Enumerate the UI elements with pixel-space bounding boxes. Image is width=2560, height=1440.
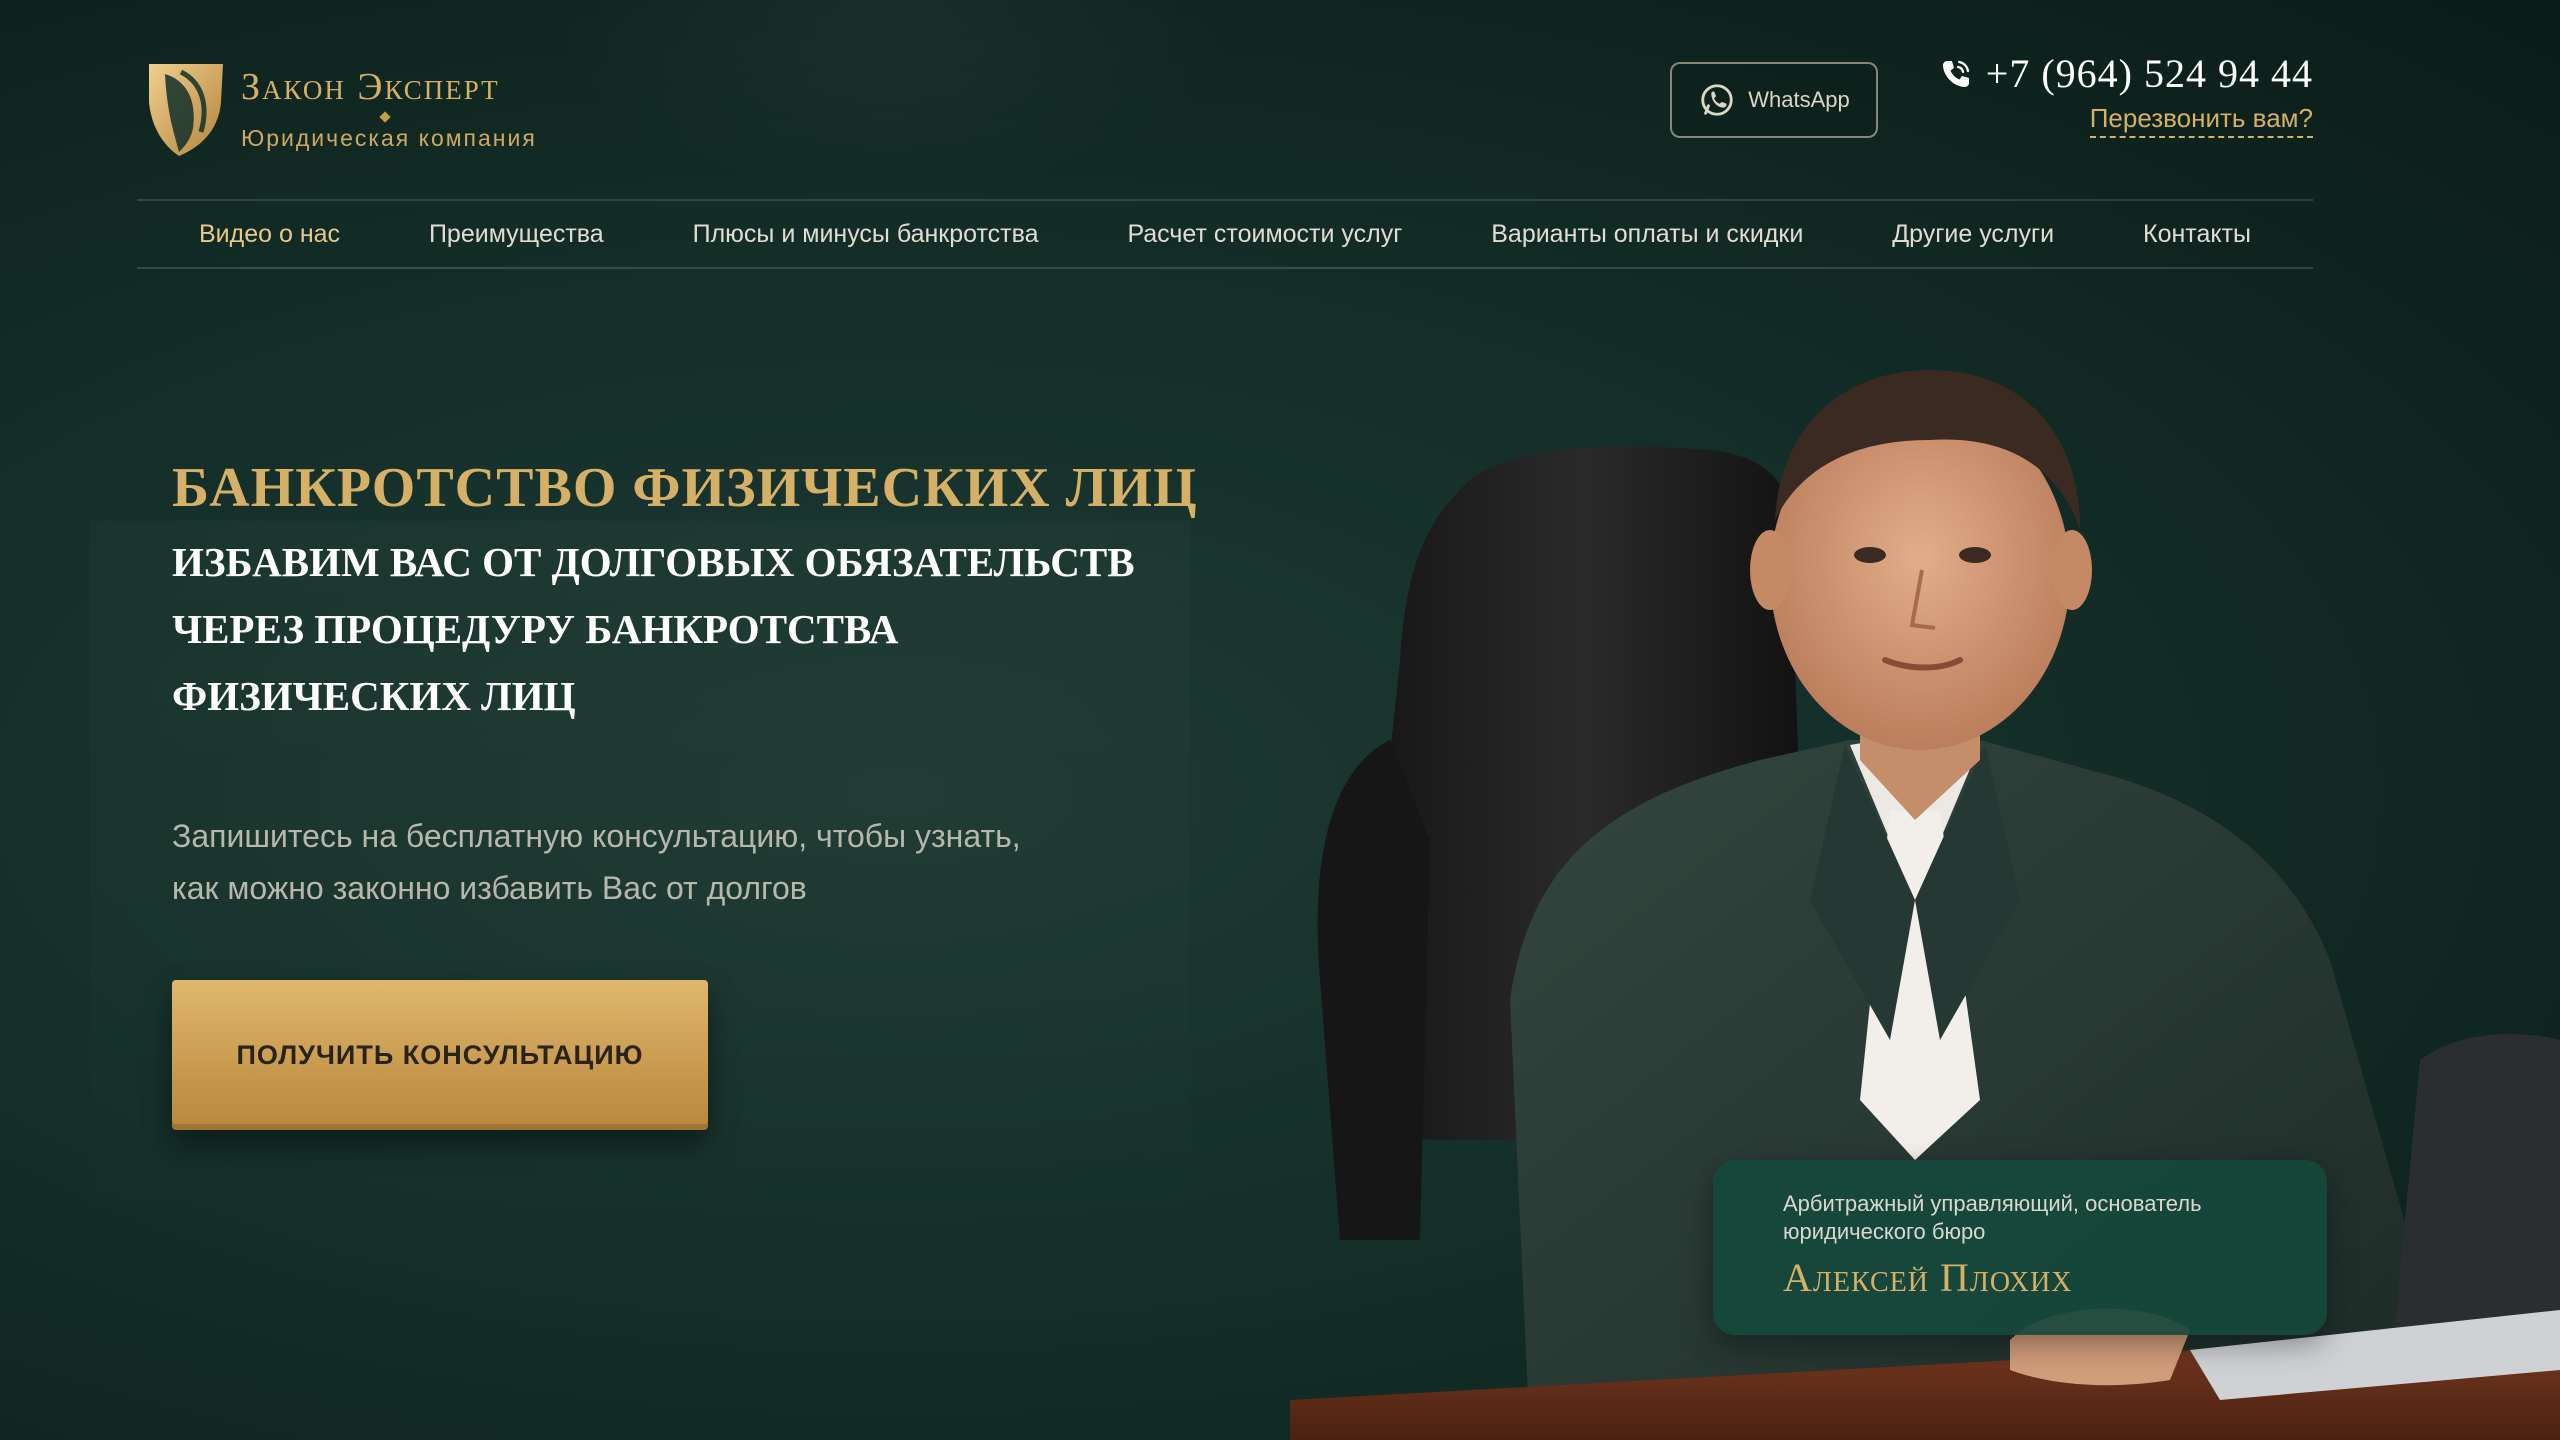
nav-item-contacts[interactable]: Контакты xyxy=(2143,220,2251,249)
get-consultation-button[interactable]: ПОЛУЧИТЬ КОНСУЛЬТАЦИЮ xyxy=(172,980,708,1130)
hero-subtitle: ИЗБАВИМ ВАС ОТ ДОЛГОВЫХ ОБЯЗАТЕЛЬСТВ ЧЕР… xyxy=(172,539,1135,719)
hero-description: Запишитесь на бесплатную консультацию, ч… xyxy=(172,818,1021,906)
main-nav: Видео о нас Преимущества Плюсы и минусы … xyxy=(137,199,2313,269)
phone-block: +7 (964) 524 94 44 Перезвонить вам? xyxy=(1940,50,2313,138)
nav-item-advantages[interactable]: Преимущества xyxy=(429,220,604,249)
shield-leaf-logo-icon xyxy=(149,64,223,156)
phone-number[interactable]: +7 (964) 524 94 44 xyxy=(1986,50,2313,97)
nav-item-pricing[interactable]: Расчет стоимости услуг xyxy=(1127,220,1402,249)
founder-role: Арбитражный управляющий, основатель юрид… xyxy=(1783,1191,2202,1244)
logo-divider xyxy=(379,110,391,123)
background-ornament xyxy=(540,0,1240,200)
nav-item-video[interactable]: Видео о нас xyxy=(199,220,340,249)
callback-link[interactable]: Перезвонить вам? xyxy=(2089,103,2313,138)
logo-subtitle: Юридическая компания xyxy=(241,124,537,151)
phone-icon xyxy=(1942,60,1969,87)
hero-title: БАНКРОТСТВО ФИЗИЧЕСКИХ ЛИЦ xyxy=(172,457,1198,519)
whatsapp-button[interactable]: WhatsApp xyxy=(1670,62,1878,138)
nav-item-other-services[interactable]: Другие услуги xyxy=(1892,220,2054,249)
logo[interactable]: Закон Эксперт Юридическая компания xyxy=(145,58,537,158)
founder-caption-card: Арбитражный управляющий, основатель юрид… xyxy=(1713,1160,2327,1335)
whatsapp-label: WhatsApp xyxy=(1748,87,1850,112)
nav-item-pros-cons[interactable]: Плюсы и минусы банкротства xyxy=(693,220,1039,249)
founder-name: Алексей Плохих xyxy=(1783,1255,2073,1300)
hero-section: БАНКРОТСТВО ФИЗИЧЕСКИХ ЛИЦ ИЗБАВИМ ВАС О… xyxy=(172,455,1272,914)
nav-item-payment[interactable]: Варианты оплаты и скидки xyxy=(1491,220,1803,249)
whatsapp-icon xyxy=(1701,84,1733,116)
logo-title: Закон Эксперт xyxy=(241,65,500,108)
